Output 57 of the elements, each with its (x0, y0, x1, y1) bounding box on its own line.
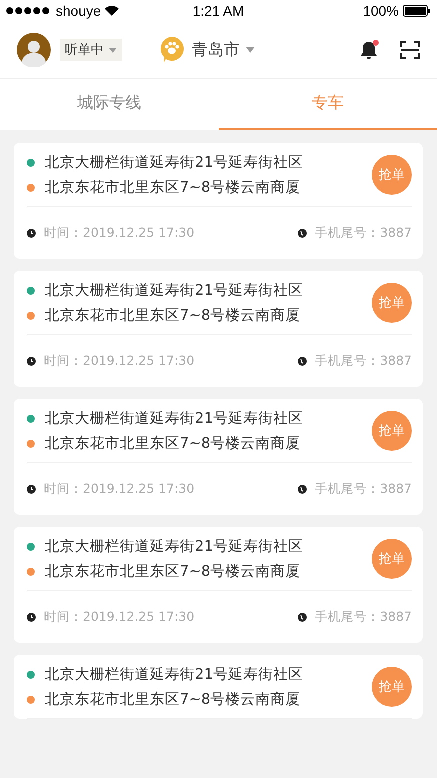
clock-icon (27, 228, 36, 238)
grab-order-button[interactable]: 抢单 (372, 283, 412, 323)
end-dot-icon (27, 568, 35, 576)
caret-icon (109, 48, 117, 52)
dropoff-address: 北京东花市北里东区7~8号楼云南商厦 (45, 562, 301, 581)
start-dot-icon (27, 542, 35, 550)
dropoff-address: 北京东花市北里东区7~8号楼云南商厦 (45, 306, 301, 325)
clock-icon (27, 484, 36, 494)
paw-icon (160, 37, 184, 63)
clock-icon (27, 612, 36, 622)
phone-suffix: 手机尾号：3887 (315, 352, 412, 370)
grab-order-button[interactable]: 抢单 (372, 667, 412, 707)
end-dot-icon (27, 184, 35, 192)
phone-suffix: 手机尾号：3887 (315, 480, 412, 498)
status-dropdown[interactable]: 听单中 (60, 39, 122, 61)
scan-icon[interactable] (400, 41, 420, 59)
end-dot-icon (27, 312, 35, 320)
order-time: 时间：2019.12.25 17:30 (44, 608, 195, 626)
start-dot-icon (27, 670, 35, 678)
status-time: 1:21 AM (192, 3, 244, 19)
order-time: 时间：2019.12.25 17:30 (44, 224, 195, 242)
avatar-icon[interactable] (17, 33, 51, 67)
phone-icon (298, 612, 308, 622)
phone-icon (298, 356, 308, 366)
grab-order-button[interactable]: 抢单 (372, 155, 412, 195)
battery-percent: 100% (363, 3, 399, 19)
tab[interactable]: 城际专线 (0, 79, 218, 130)
dropoff-address: 北京东花市北里东区7~8号楼云南商厦 (45, 690, 301, 709)
grab-order-button[interactable]: 抢单 (372, 539, 412, 579)
end-dot-icon (27, 696, 35, 704)
signal-icon (6, 7, 52, 15)
pickup-address: 北京大栅栏街道延寿街21号延寿街社区 (45, 282, 304, 300)
start-dot-icon (27, 158, 35, 166)
dropoff-address: 北京东花市北里东区7~8号楼云南商厦 (45, 434, 301, 453)
start-dot-icon (27, 286, 35, 294)
phone-suffix: 手机尾号：3887 (315, 608, 412, 626)
battery-icon (403, 5, 431, 17)
end-dot-icon (27, 440, 35, 448)
carrier-name: shouye (56, 3, 102, 19)
pickup-address: 北京大栅栏街道延寿街21号延寿街社区 (45, 538, 304, 556)
tab[interactable]: 专车 (218, 79, 437, 130)
phone-icon (298, 228, 308, 238)
clock-icon (27, 356, 36, 366)
phone-icon (298, 484, 308, 494)
pickup-address: 北京大栅栏街道延寿街21号延寿街社区 (45, 666, 304, 684)
order-time: 时间：2019.12.25 17:30 (44, 352, 195, 370)
dropoff-address: 北京东花市北里东区7~8号楼云南商厦 (45, 178, 301, 197)
pickup-address: 北京大栅栏街道延寿街21号延寿街社区 (45, 154, 304, 172)
phone-suffix: 手机尾号：3887 (315, 224, 412, 242)
start-dot-icon (27, 414, 35, 422)
pickup-address: 北京大栅栏街道延寿街21号延寿街社区 (45, 410, 304, 428)
order-time: 时间：2019.12.25 17:30 (44, 480, 195, 498)
wifi-icon (105, 6, 120, 16)
caret-icon (246, 47, 255, 53)
bell-icon[interactable] (360, 40, 380, 60)
city-selector[interactable]: 青岛市 (192, 40, 255, 60)
grab-order-button[interactable]: 抢单 (372, 411, 412, 451)
